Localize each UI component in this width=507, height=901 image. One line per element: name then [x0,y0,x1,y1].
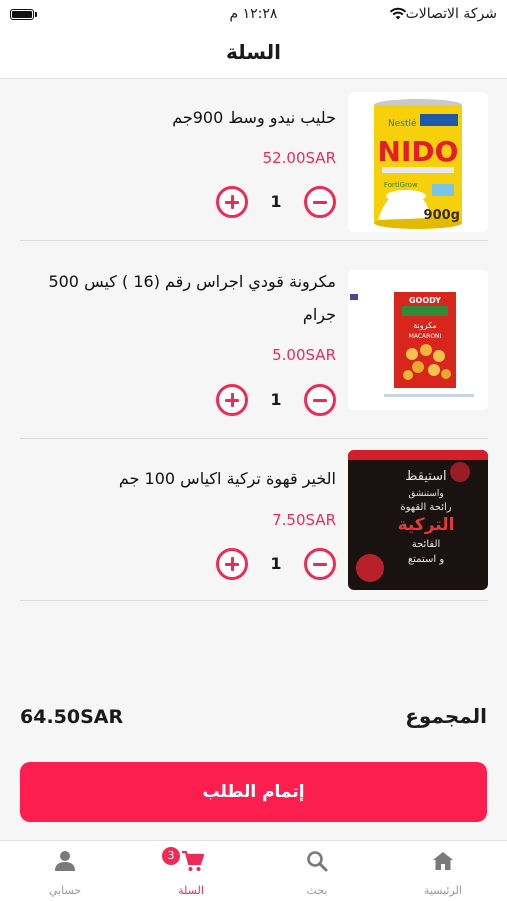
svg-text:رائحة القهوة: رائحة القهوة [400,502,451,513]
cart-item: GOODY مكرونة MACARONI مكرونة قودي اجراس … [20,260,488,439]
product-price: 5.00SAR [272,346,336,364]
total-label: المجموع [405,704,487,728]
coffee-bag-image: استيقظ واستنشق رائحة القهوة التركية الفا… [348,450,488,590]
svg-text:MACARONI: MACARONI [409,333,442,340]
svg-text:التركية: التركية [398,515,455,535]
user-icon [55,851,75,871]
product-name: مكرونة قودي اجراس رقم (16 ) كيس 500 جرام [48,272,336,324]
quantity-value: 1 [270,390,282,409]
quantity-stepper: 1 [216,548,336,580]
quantity-value: 1 [270,192,282,211]
product-image-pasta: GOODY مكرونة MACARONI [348,270,488,410]
product-price: 52.00SAR [262,149,336,167]
checkout-button[interactable]: إتمام الطلب [20,762,487,822]
decrease-quantity-button[interactable] [304,548,336,580]
product-image-coffee: استيقظ واستنشق رائحة القهوة التركية الفا… [348,450,488,590]
svg-text:مكرونة: مكرونة [413,321,437,330]
svg-text:FortiGrow: FortiGrow [384,181,418,189]
svg-text:900g: 900g [424,208,460,223]
cart-total: المجموع 64.50SAR [20,704,487,740]
product-image-nido: Nestlé NIDO FortiGrow 900g [348,92,488,232]
search-icon [307,851,328,872]
product-price: 7.50SAR [272,511,336,529]
nido-can-image: Nestlé NIDO FortiGrow 900g [348,92,488,232]
product-name: الخير قهوة تركية اكياس 100 جم [118,469,336,488]
cart-item: Nestlé NIDO FortiGrow 900g حليب نيدو وسط… [20,82,488,241]
cart-item: استيقظ واستنشق رائحة القهوة التركية الفا… [20,440,488,601]
tab-cart[interactable]: 3 السلة [136,841,246,901]
tab-search-label: بحث [306,884,328,897]
svg-text:الفائحة: الفائحة [412,539,441,550]
tab-home[interactable]: الرئيسية [388,841,498,901]
svg-text:و استمتع: و استمتع [408,554,444,565]
page-title: السلة [225,40,281,64]
svg-text:NIDO: NIDO [378,135,459,168]
increase-quantity-button[interactable] [216,186,248,218]
pasta-bag-image: GOODY مكرونة MACARONI [348,270,488,410]
product-name: حليب نيدو وسط 900جم [172,108,336,127]
decrease-quantity-button[interactable] [304,384,336,416]
svg-text:استيقظ: استيقظ [405,469,446,484]
cart-count-badge: 3 [162,847,180,865]
increase-quantity-button[interactable] [216,548,248,580]
tab-account[interactable]: حسابي [10,841,120,901]
tab-account-label: حسابي [48,884,82,897]
tab-search[interactable]: بحث [262,841,372,901]
total-value: 64.50SAR [20,706,124,728]
quantity-stepper: 1 [216,384,336,416]
quantity-value: 1 [270,554,282,573]
svg-text:Nestlé: Nestlé [388,118,417,129]
increase-quantity-button[interactable] [216,384,248,416]
svg-text:GOODY: GOODY [409,296,441,305]
bottom-tab-bar: الرئيسية بحث 3 السلة حسابي [0,840,507,901]
home-icon [433,852,453,870]
cart-icon [182,850,205,871]
tab-home-label: الرئيسية [424,884,462,897]
svg-text:واستنشق: واستنشق [408,489,443,499]
status-bar: شركة الاتصالات ١٢:٢٨ م [0,0,507,30]
decrease-quantity-button[interactable] [304,186,336,218]
battery-icon [10,9,37,20]
status-time: ١٢:٢٨ م [229,6,278,22]
quantity-stepper: 1 [216,186,336,218]
page-header: السلة [0,30,507,79]
tab-cart-label: السلة [178,884,204,897]
